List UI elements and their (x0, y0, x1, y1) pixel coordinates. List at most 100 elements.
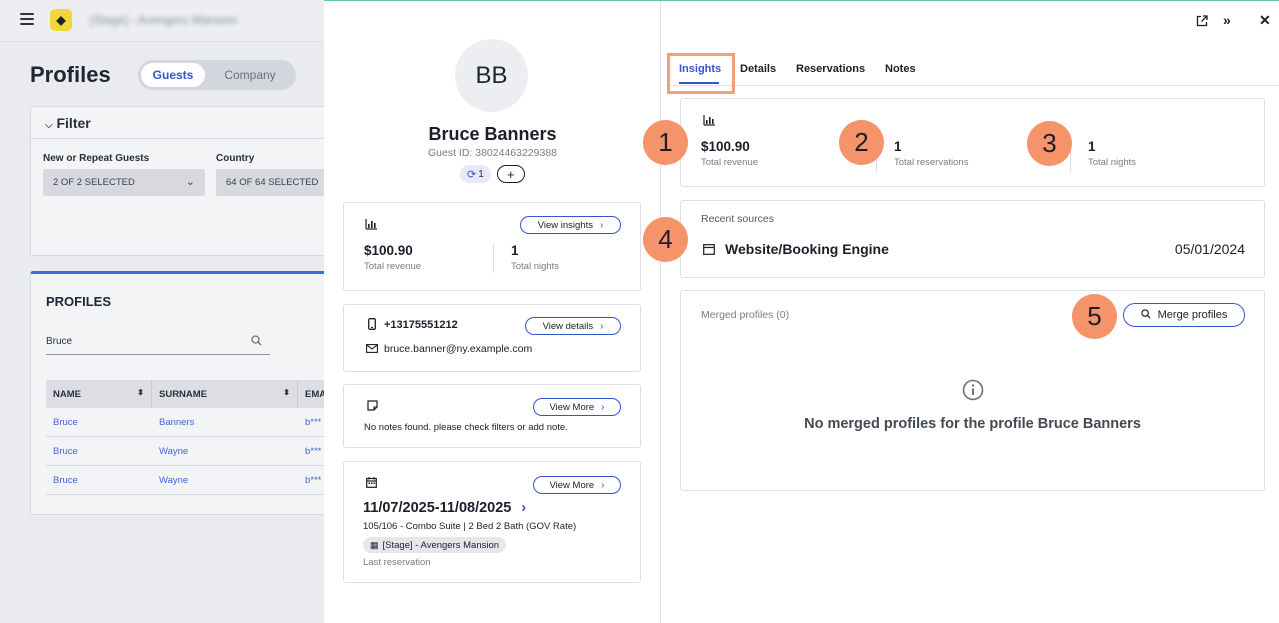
search-icon[interactable] (251, 335, 262, 349)
toggle-guests[interactable]: Guests (141, 63, 205, 87)
chevron-right-icon: › (601, 401, 605, 413)
last-reservation-caption: Last reservation (363, 557, 431, 568)
merged-empty-text: No merged profiles for the profile Bruce… (804, 416, 1141, 432)
phone-number[interactable]: +13175551212 (384, 319, 458, 331)
nights-label: Total nights (511, 261, 560, 272)
reservation-dates[interactable]: 11/07/2025-11/08/2025 › (363, 500, 526, 516)
chevron-right-icon: › (600, 320, 604, 332)
chevron-down-icon: ⌄ (185, 176, 195, 188)
view-insights-button[interactable]: View insights › (520, 216, 621, 234)
chevron-right-icon: › (599, 219, 604, 231)
view-details-button[interactable]: View details › (525, 317, 621, 335)
cell-surname[interactable]: Wayne (152, 466, 298, 494)
notes-empty-text: No notes found. please check filters or … (364, 422, 568, 433)
recent-sources-card: Recent sources Website/Booking Engine 05… (680, 200, 1265, 278)
divider (493, 243, 494, 273)
tab-details[interactable]: Details (740, 63, 776, 75)
cell-name[interactable]: Bruce (46, 408, 152, 436)
sort-icon[interactable]: ⬍ (137, 388, 144, 397)
view-more-reservation-button[interactable]: View More › (533, 476, 621, 494)
chevron-right-icon: › (521, 500, 527, 516)
revenue-value: $100.90 (364, 243, 413, 258)
annotation-badge-1: 1 (643, 120, 688, 165)
profile-search-input[interactable]: Bruce (46, 331, 270, 355)
bar-chart-icon (365, 219, 377, 233)
search-icon (1140, 308, 1151, 322)
new-repeat-label: New or Repeat Guests (43, 153, 150, 164)
column-header-surname[interactable]: SURNAME ⬍ (152, 380, 298, 408)
note-icon (367, 400, 378, 414)
property-chip: ▦ [Stage] - Avengers Mansion (363, 537, 507, 553)
stat-reservations-value: 1 (894, 139, 902, 154)
new-repeat-select[interactable]: 2 OF 2 SELECTED ⌄ (43, 169, 205, 196)
highlight-annotation (667, 53, 735, 94)
annotation-badge-3: 3 (1027, 121, 1072, 166)
tab-notes[interactable]: Notes (885, 63, 916, 75)
country-label: Country (216, 153, 255, 164)
guest-profile-drawer: BB Bruce Banners Guest ID: 3802446322938… (324, 0, 1279, 623)
email-address[interactable]: bruce.banner@ny.example.com (384, 343, 532, 355)
stat-nights-label: Total nights (1088, 157, 1137, 168)
page-title: Profiles (30, 62, 111, 87)
merge-count-chip[interactable]: ⟳ 1 (460, 165, 491, 183)
filter-panel: ⌵ Filter New or Repeat Guests 2 OF 2 SEL… (30, 106, 331, 256)
profile-tabs: Insights Details Reservations Notes (669, 61, 1279, 86)
stat-revenue-value: $100.90 (701, 139, 750, 154)
notes-card: View More › No notes found. please check … (343, 384, 641, 448)
insights-summary-card: View insights › $100.90 Total revenue 1 T… (343, 202, 641, 291)
source-name: Website/Booking Engine (725, 241, 889, 257)
expand-double-chevron-icon[interactable]: » (1223, 12, 1231, 28)
divider (31, 138, 329, 139)
country-select[interactable]: 64 OF 64 SELECTED (216, 169, 331, 196)
table-row[interactable]: Bruce Wayne b*** (46, 466, 331, 495)
chevron-down-icon: ⌵ (45, 120, 53, 131)
calendar-icon (366, 477, 377, 491)
cell-name[interactable]: Bruce (46, 437, 152, 465)
annotation-badge-5: 5 (1072, 294, 1117, 339)
phone-icon (368, 318, 376, 333)
guest-company-toggle: Guests Company (138, 60, 296, 90)
recent-sources-title: Recent sources (701, 213, 774, 225)
chevron-right-icon: › (601, 479, 605, 491)
profiles-panel: PROFILES Bruce NAME ⬍ SURNAME ⬍ EMA Bruce … (30, 271, 331, 515)
bar-chart-icon (703, 115, 715, 129)
stats-card: $100.90 Total revenue 1 Total reservatio… (680, 98, 1265, 187)
sync-icon: ⟳ (467, 168, 477, 181)
revenue-label: Total revenue (364, 261, 422, 272)
profiles-table: NAME ⬍ SURNAME ⬍ EMA Bruce Banners b*** Br… (46, 380, 331, 495)
mail-icon (366, 344, 378, 356)
toggle-company[interactable]: Company (212, 63, 288, 87)
merged-profiles-title: Merged profiles (0) (701, 309, 790, 321)
merged-profiles-card: Merged profiles (0) Merge profiles No me… (680, 290, 1265, 491)
merge-profiles-button[interactable]: Merge profiles (1123, 303, 1245, 327)
column-header-name[interactable]: NAME ⬍ (46, 380, 152, 408)
cell-surname[interactable]: Wayne (152, 437, 298, 465)
table-row[interactable]: Bruce Wayne b*** (46, 437, 331, 466)
sort-icon[interactable]: ⬍ (283, 388, 290, 397)
app-logo: ◆ (50, 9, 72, 31)
nights-value: 1 (511, 243, 519, 258)
filter-title[interactable]: ⌵ Filter (45, 115, 91, 131)
profiles-title: PROFILES (46, 294, 112, 309)
building-icon: ▦ (370, 539, 379, 550)
cell-name[interactable]: Bruce (46, 466, 152, 494)
view-more-notes-button[interactable]: View More › (533, 398, 621, 416)
browser-window-icon (703, 244, 715, 258)
guest-name: Bruce Banners (428, 124, 557, 144)
annotation-badge-4: 4 (643, 217, 688, 262)
stat-reservations-label: Total reservations (894, 157, 969, 168)
stat-nights-value: 1 (1088, 139, 1096, 154)
source-date: 05/01/2024 (1174, 241, 1245, 257)
profile-summary-column: BB Bruce Banners Guest ID: 3802446322938… (324, 1, 661, 623)
add-tag-button[interactable]: + (496, 165, 525, 183)
close-icon[interactable]: ✕ (1259, 12, 1271, 29)
contact-card: +13175551212 View details › bruce.banner@… (343, 304, 641, 372)
breadcrumb[interactable]: [Stage] - Avengers Mansion (90, 13, 237, 27)
open-external-icon[interactable] (1196, 15, 1208, 30)
guest-id: Guest ID: 38024463229388 (427, 147, 558, 159)
room-description: 105/106 - Combo Suite | 2 Bed 2 Bath (GO… (363, 521, 577, 532)
table-row[interactable]: Bruce Banners b*** (46, 408, 331, 437)
tab-reservations[interactable]: Reservations (796, 63, 865, 75)
cell-surname[interactable]: Banners (152, 408, 298, 436)
hamburger-menu-icon[interactable] (20, 13, 34, 25)
